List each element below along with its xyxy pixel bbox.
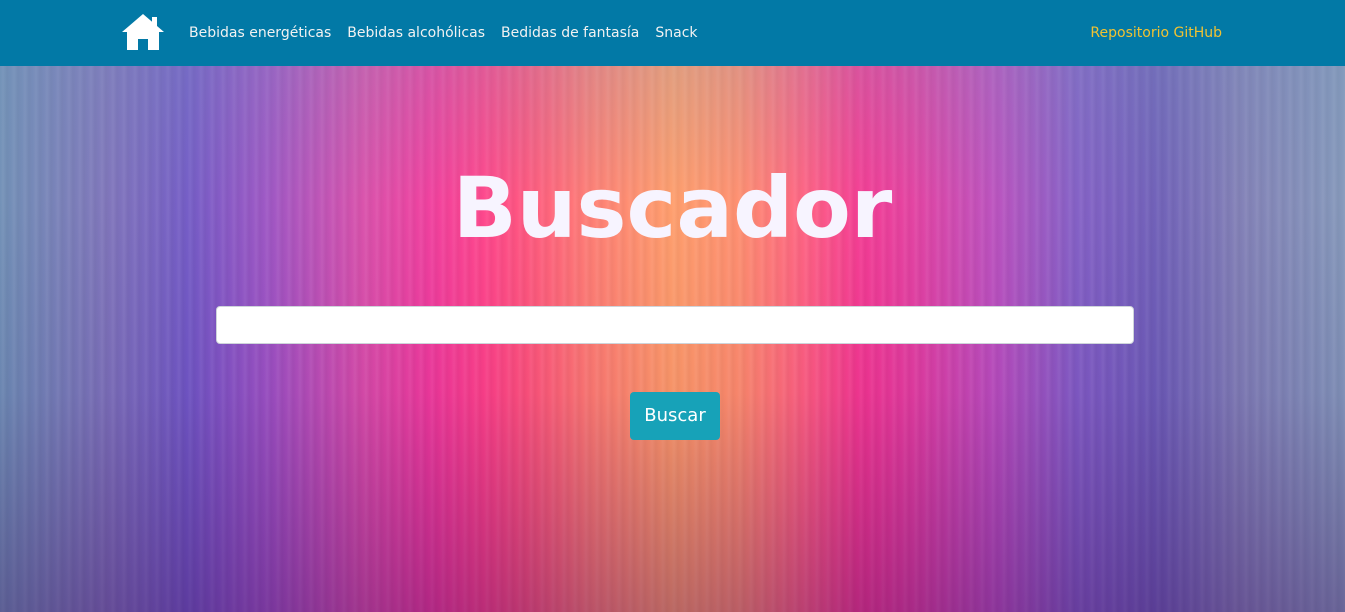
top-navbar: Bebidas energéticas Bebidas alcohólicas … bbox=[0, 0, 1345, 66]
nav-link-bebidas-alcoholicas[interactable]: Bebidas alcohólicas bbox=[347, 23, 485, 43]
nav-link-bebidas-energeticas[interactable]: Bebidas energéticas bbox=[189, 23, 331, 43]
github-repo-link[interactable]: Repositorio GitHub bbox=[1090, 23, 1222, 43]
page: Bebidas energéticas Bebidas alcohólicas … bbox=[0, 0, 1345, 612]
home-icon bbox=[122, 14, 164, 50]
nav-link-bebidas-fantasia[interactable]: Bedidas de fantasía bbox=[501, 23, 639, 43]
nav-link-snack[interactable]: Snack bbox=[655, 23, 697, 43]
home-link[interactable] bbox=[120, 12, 166, 52]
search-button[interactable]: Buscar bbox=[630, 392, 720, 440]
page-title: Buscador bbox=[452, 159, 893, 257]
nav-menu: Bebidas energéticas Bebidas alcohólicas … bbox=[189, 23, 698, 43]
search-input[interactable] bbox=[216, 306, 1134, 344]
